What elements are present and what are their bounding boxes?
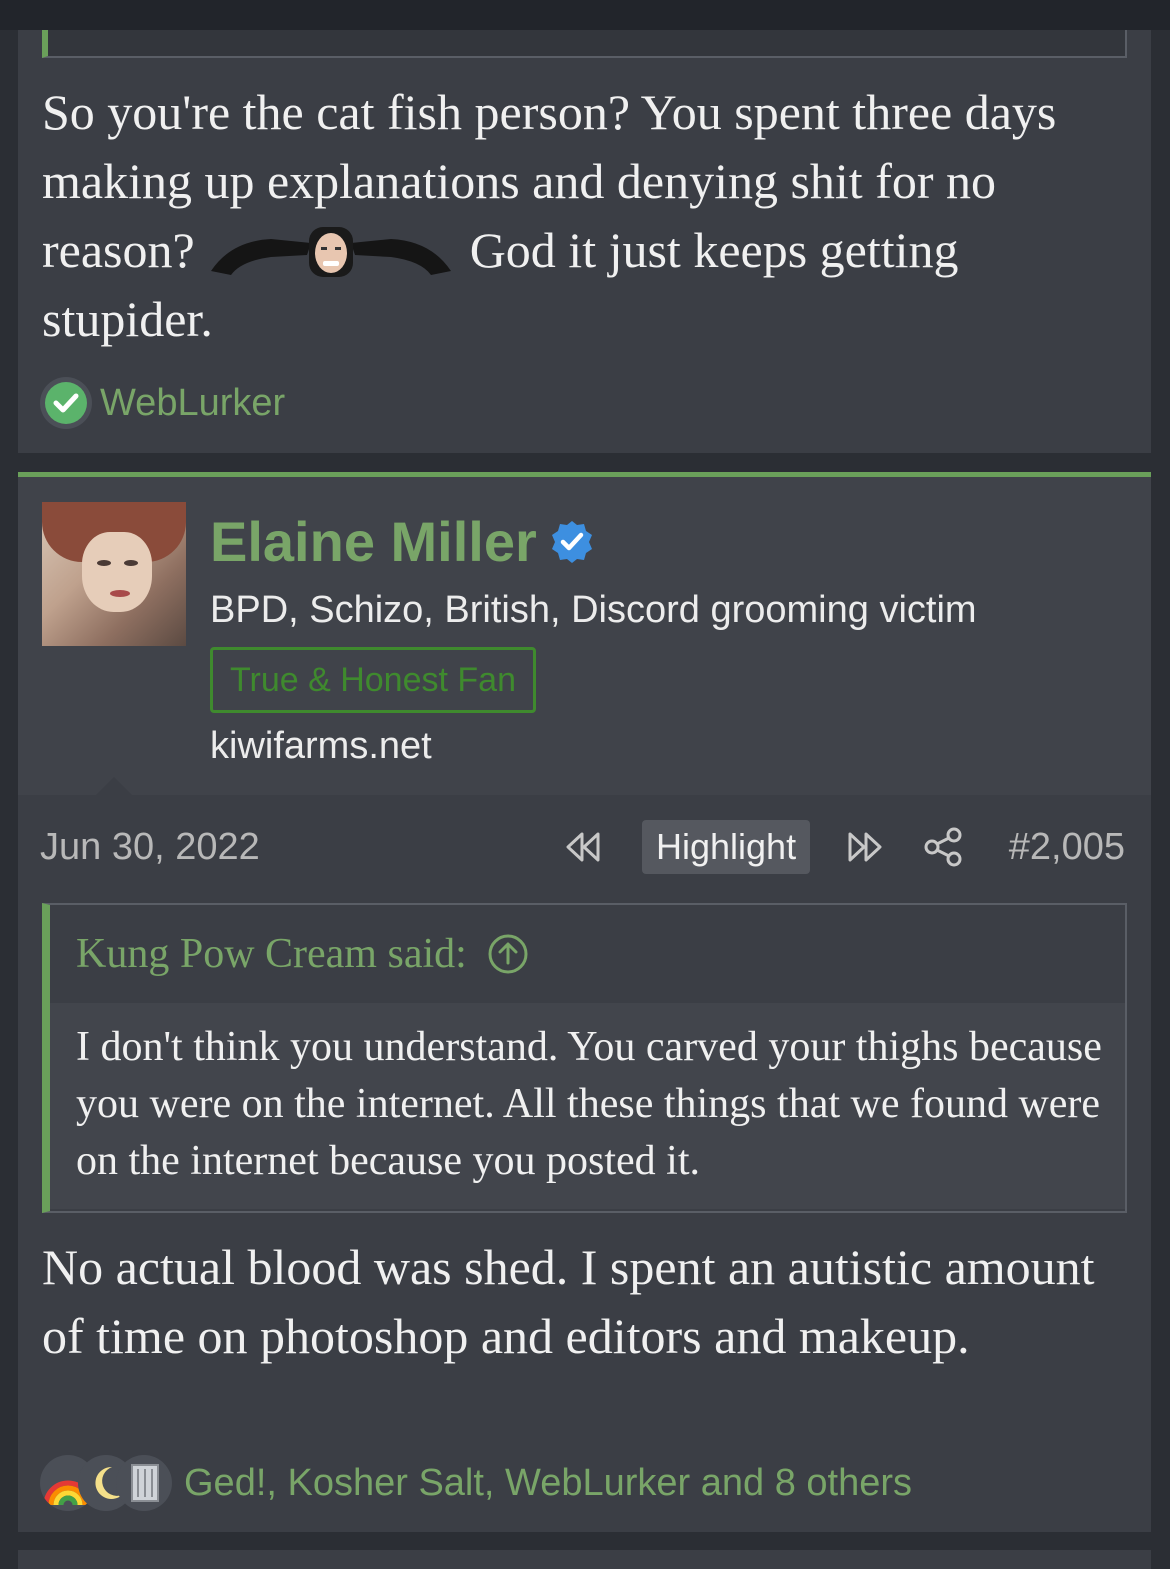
highlight-button[interactable]: Highlight	[642, 820, 811, 874]
reaction-users[interactable]: Ged!, Kosher Salt, WebLurker and 8 other…	[184, 1462, 912, 1505]
share-icon[interactable]	[922, 825, 966, 869]
post-previous: So you're the cat fish person? You spent…	[18, 30, 1151, 453]
next-post	[18, 1550, 1151, 1569]
highlight-label: Highlight	[656, 826, 797, 867]
quote-attribution[interactable]: Kung Pow Cream said:	[76, 930, 467, 978]
user-header: Elaine Miller BPD, Schizo, British, Disc…	[18, 477, 1151, 795]
next-highlight-icon[interactable]	[840, 822, 890, 872]
post-body: So you're the cat fish person? You spent…	[42, 78, 1132, 354]
quote-header[interactable]: Kung Pow Cream said:	[50, 905, 1125, 1003]
post-meta-bar: Jun 30, 2022 Highlight #2,005	[18, 795, 1151, 899]
quote-text: I don't think you understand. You carved…	[50, 1003, 1125, 1209]
username[interactable]: Elaine Miller	[210, 509, 537, 574]
header-pointer	[96, 777, 132, 795]
previous-highlight-icon[interactable]	[558, 822, 608, 872]
reaction-users[interactable]: WebLurker	[100, 382, 285, 425]
quote-block: Kung Pow Cream said: I don't think you u…	[42, 903, 1127, 1213]
reaction-bar[interactable]: Ged!, Kosher Salt, WebLurker and 8 other…	[40, 1453, 912, 1513]
check-icon	[40, 377, 92, 429]
trash-can-icon	[116, 1455, 172, 1511]
verified-badge-icon	[551, 520, 592, 563]
user-site: kiwifarms.net	[210, 725, 432, 767]
facepalm-meme-icon	[211, 227, 452, 277]
post-2005: Elaine Miller BPD, Schizo, British, Disc…	[18, 472, 1151, 1532]
post-body: No actual blood was shed. I spent an aut…	[42, 1239, 1095, 1364]
top-bar	[0, 0, 1170, 30]
post-date[interactable]: Jun 30, 2022	[40, 826, 260, 869]
previous-quote-block	[42, 30, 1127, 58]
reaction-bar[interactable]: WebLurker	[40, 375, 285, 431]
arrow-up-circle-icon[interactable]	[487, 933, 529, 975]
user-title: BPD, Schizo, British, Discord grooming v…	[210, 589, 977, 631]
user-banner: True & Honest Fan	[210, 647, 536, 713]
avatar[interactable]	[42, 502, 186, 646]
post-number[interactable]: #2,005	[1009, 826, 1125, 869]
username-row: Elaine Miller	[210, 509, 595, 574]
